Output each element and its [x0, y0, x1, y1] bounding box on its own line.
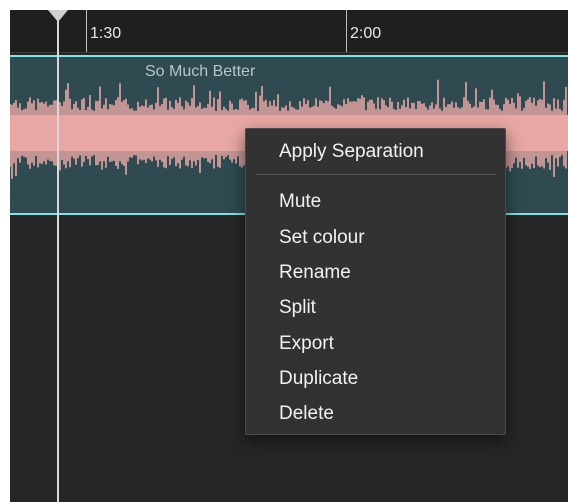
menu-item-rename[interactable]: Rename	[246, 258, 505, 288]
playhead-line[interactable]	[57, 10, 59, 502]
ruler-tick-2-00	[346, 10, 347, 52]
ruler-label-1-30: 1:30	[90, 25, 122, 42]
menu-item-split[interactable]: Split	[246, 293, 505, 323]
menu-item-export[interactable]: Export	[246, 329, 505, 359]
menu-item-apply-separation[interactable]: Apply Separation	[246, 137, 505, 167]
clip-name-label: So Much Better	[145, 63, 256, 80]
menu-item-set-colour[interactable]: Set colour	[246, 223, 505, 253]
timeline-ruler[interactable]: 1:30 2:00	[10, 10, 568, 53]
menu-item-duplicate[interactable]: Duplicate	[246, 364, 505, 394]
ruler-tick-1-30	[86, 10, 87, 52]
menu-item-delete[interactable]: Delete	[246, 399, 505, 429]
menu-item-mute[interactable]: Mute	[246, 187, 505, 217]
clip-context-menu: Apply Separation Mute Set colour Rename …	[245, 128, 506, 435]
playhead-handle-icon[interactable]	[48, 10, 68, 22]
timeline-editor: 1:30 2:00 So Much Better Apply Separatio…	[10, 10, 568, 502]
ruler-label-2-00: 2:00	[350, 25, 382, 42]
menu-separator	[256, 174, 496, 175]
